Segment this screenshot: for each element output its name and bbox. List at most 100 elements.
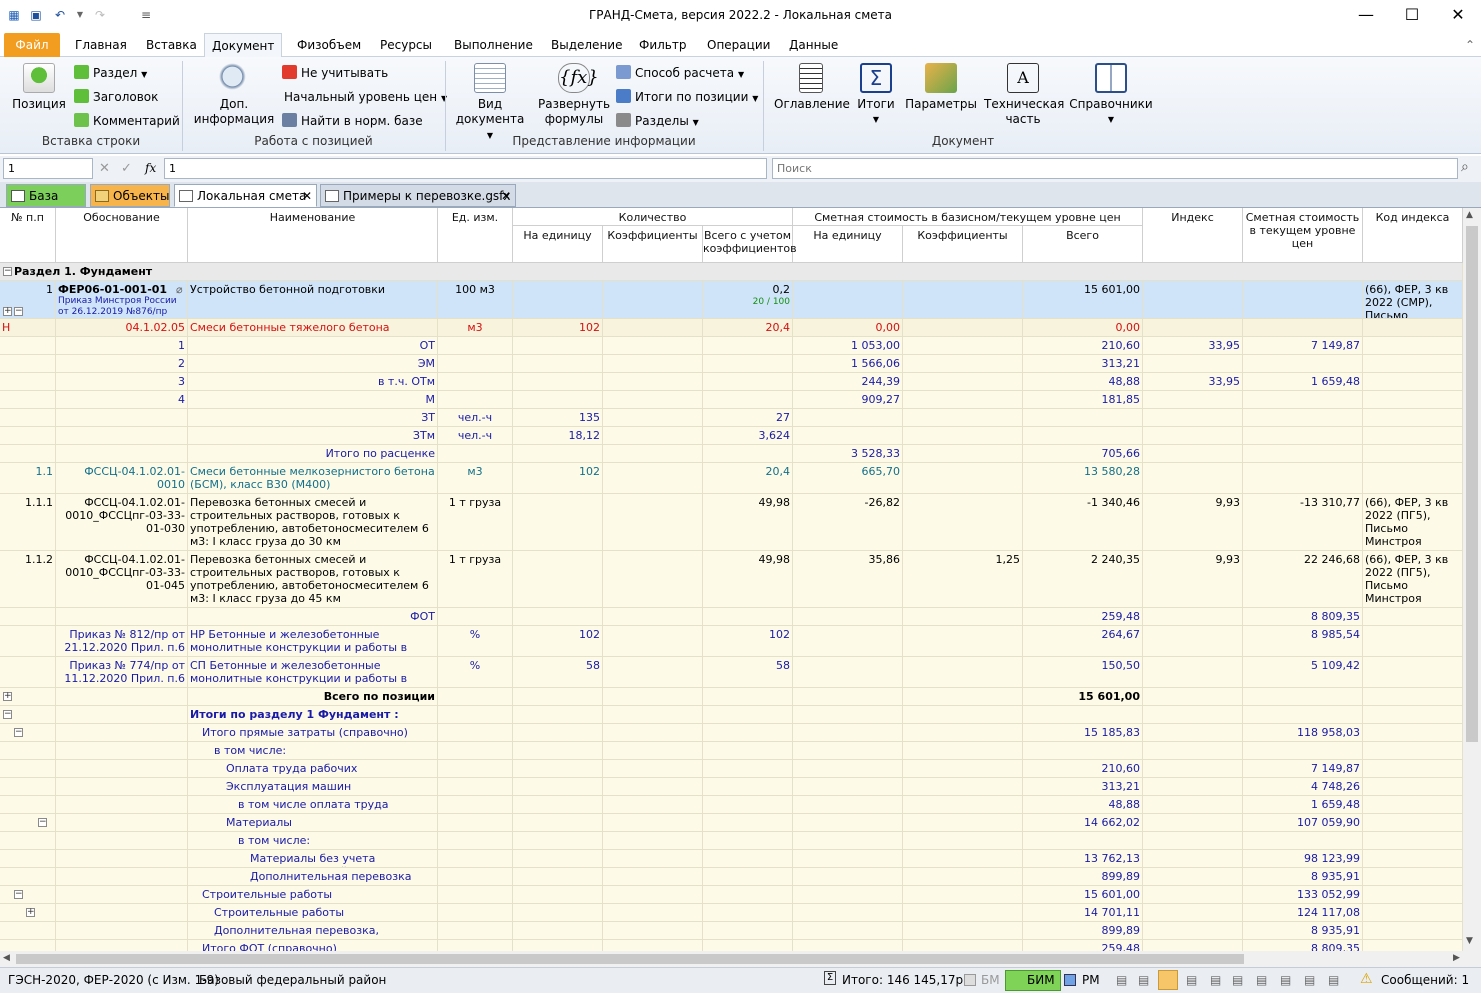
- table-row[interactable]: Строительные работы 15 601,00 133 052,99 −: [0, 886, 1463, 904]
- cell-ne[interactable]: [513, 608, 603, 625]
- ignore-button[interactable]: Не учитывать: [282, 63, 388, 83]
- sections-dropdown[interactable]: Разделы ▼: [616, 111, 699, 131]
- cell-skoef[interactable]: [903, 868, 1023, 885]
- cell-obosn[interactable]: [56, 796, 188, 813]
- cell-obosn[interactable]: [56, 814, 188, 831]
- cell-skoef[interactable]: [903, 796, 1023, 813]
- cell-skoef[interactable]: [903, 814, 1023, 831]
- cell-ed[interactable]: [438, 886, 513, 903]
- cell-ne[interactable]: [513, 281, 603, 318]
- cell-num[interactable]: [0, 760, 56, 777]
- cell-obosn[interactable]: 04.1.02.05: [56, 319, 188, 336]
- cell-ne[interactable]: [513, 724, 603, 741]
- cell-vk[interactable]: [703, 688, 793, 705]
- cell-vsego[interactable]: 264,67: [1023, 626, 1143, 656]
- cell-tek[interactable]: [1243, 427, 1363, 444]
- cell-vk[interactable]: [703, 778, 793, 795]
- cell-skoef[interactable]: [903, 427, 1023, 444]
- cell-skoef[interactable]: [903, 445, 1023, 462]
- cell-sne[interactable]: 909,27: [793, 391, 903, 408]
- cell-koef[interactable]: [603, 814, 703, 831]
- cell-obosn[interactable]: [56, 904, 188, 921]
- cell-tek[interactable]: 8 935,91: [1243, 922, 1363, 939]
- cell-vk[interactable]: 49,98: [703, 494, 793, 550]
- cell-tek[interactable]: 7 149,87: [1243, 760, 1363, 777]
- table-row[interactable]: ЗТм чел.-ч 18,12 3,624: [0, 427, 1463, 445]
- cell-vk[interactable]: [703, 886, 793, 903]
- cell-sne[interactable]: [793, 760, 903, 777]
- cell-kod[interactable]: [1363, 688, 1463, 705]
- cell-skoef[interactable]: [903, 760, 1023, 777]
- cell-vk[interactable]: [703, 850, 793, 867]
- cell-ed[interactable]: [438, 850, 513, 867]
- cell-skoef[interactable]: 1,25: [903, 551, 1023, 607]
- cell-name[interactable]: Смеси бетонные тяжелого бетона: [188, 319, 438, 336]
- cell-num[interactable]: Н: [0, 319, 56, 336]
- collapse-toggle-icon[interactable]: −: [14, 307, 23, 316]
- cell-ed[interactable]: м3: [438, 463, 513, 493]
- table-row[interactable]: Н 04.1.02.05 Смеси бетонные тяжелого бетон…: [0, 319, 1463, 337]
- cell-num[interactable]: [0, 391, 56, 408]
- cell-vk[interactable]: 0,2 20 / 100: [703, 281, 793, 318]
- cell-vk[interactable]: 20,4: [703, 463, 793, 493]
- table-row[interactable]: в том числе:: [0, 832, 1463, 850]
- cell-ed[interactable]: [438, 868, 513, 885]
- cell-vsego[interactable]: 705,66: [1023, 445, 1143, 462]
- cell-tek[interactable]: 4 748,26: [1243, 778, 1363, 795]
- cell-kod[interactable]: [1363, 922, 1463, 939]
- cell-idx[interactable]: [1143, 445, 1243, 462]
- cell-kod[interactable]: [1363, 373, 1463, 390]
- table-row[interactable]: Дополнительная перевозка, относимая на с…: [0, 922, 1463, 940]
- table-row[interactable]: ЗТ чел.-ч 135 27: [0, 409, 1463, 427]
- cell-vk[interactable]: [703, 608, 793, 625]
- totals-button[interactable]: Σ Итоги ▼: [852, 63, 900, 127]
- cell-obosn[interactable]: [56, 832, 188, 849]
- tab-insert[interactable]: Вставка: [139, 33, 204, 57]
- cell-koef[interactable]: [603, 427, 703, 444]
- cell-vsego[interactable]: [1023, 832, 1143, 849]
- cell-koef[interactable]: [603, 760, 703, 777]
- cell-idx[interactable]: [1143, 355, 1243, 372]
- cell-tek[interactable]: [1243, 409, 1363, 426]
- cell-skoef[interactable]: [903, 319, 1023, 336]
- cell-tek[interactable]: [1243, 391, 1363, 408]
- horizontal-scroll-thumb[interactable]: [16, 954, 1244, 964]
- cell-kod[interactable]: [1363, 445, 1463, 462]
- collapse-toggle-icon[interactable]: −: [3, 267, 12, 276]
- cell-vsego[interactable]: [1023, 409, 1143, 426]
- cell-obosn[interactable]: [56, 850, 188, 867]
- cell-vsego[interactable]: 899,89: [1023, 922, 1143, 939]
- search-icon[interactable]: ⌕: [1461, 159, 1469, 175]
- cell-tek[interactable]: 98 123,99: [1243, 850, 1363, 867]
- cell-ed[interactable]: 1 т груза: [438, 494, 513, 550]
- cell-obosn[interactable]: [56, 445, 188, 462]
- col-cost-coef[interactable]: Коэффициенты: [903, 226, 1023, 263]
- cell-ed[interactable]: [438, 445, 513, 462]
- cell-num[interactable]: [0, 778, 56, 795]
- cell-ne[interactable]: [513, 337, 603, 354]
- tab-filter[interactable]: Фильтр: [632, 33, 693, 57]
- cell-koef[interactable]: [603, 409, 703, 426]
- tab-document[interactable]: Документ: [204, 33, 283, 58]
- cell-obosn[interactable]: [56, 778, 188, 795]
- cell-ne[interactable]: 135: [513, 409, 603, 426]
- cell-sne[interactable]: [793, 742, 903, 759]
- cell-ne[interactable]: [513, 832, 603, 849]
- cell-kod[interactable]: (66), ФЕР, 3 кв 2022 (ПГ5), Письмо Минст…: [1363, 494, 1463, 550]
- cell-name[interactable]: ОТ: [188, 337, 438, 354]
- cell-num[interactable]: 1.1.1: [0, 494, 56, 550]
- cell-num[interactable]: [0, 868, 56, 885]
- cell-vk[interactable]: [703, 706, 793, 723]
- cell-idx[interactable]: [1143, 796, 1243, 813]
- table-row[interactable]: в том числе оплата труда машинистов (Отм…: [0, 796, 1463, 814]
- cell-tek[interactable]: 8 809,35: [1243, 608, 1363, 625]
- cell-name[interactable]: Итого ФОТ (справочно): [188, 940, 438, 951]
- cell-koef[interactable]: [603, 391, 703, 408]
- cell-vk[interactable]: [703, 904, 793, 921]
- cell-skoef[interactable]: [903, 832, 1023, 849]
- bim-label[interactable]: БИМ: [1027, 973, 1055, 987]
- cell-name[interactable]: Строительные работы: [188, 904, 438, 921]
- cell-num[interactable]: [0, 355, 56, 372]
- tab-execution[interactable]: Выполнение: [447, 33, 540, 57]
- cell-sne[interactable]: 3 528,33: [793, 445, 903, 462]
